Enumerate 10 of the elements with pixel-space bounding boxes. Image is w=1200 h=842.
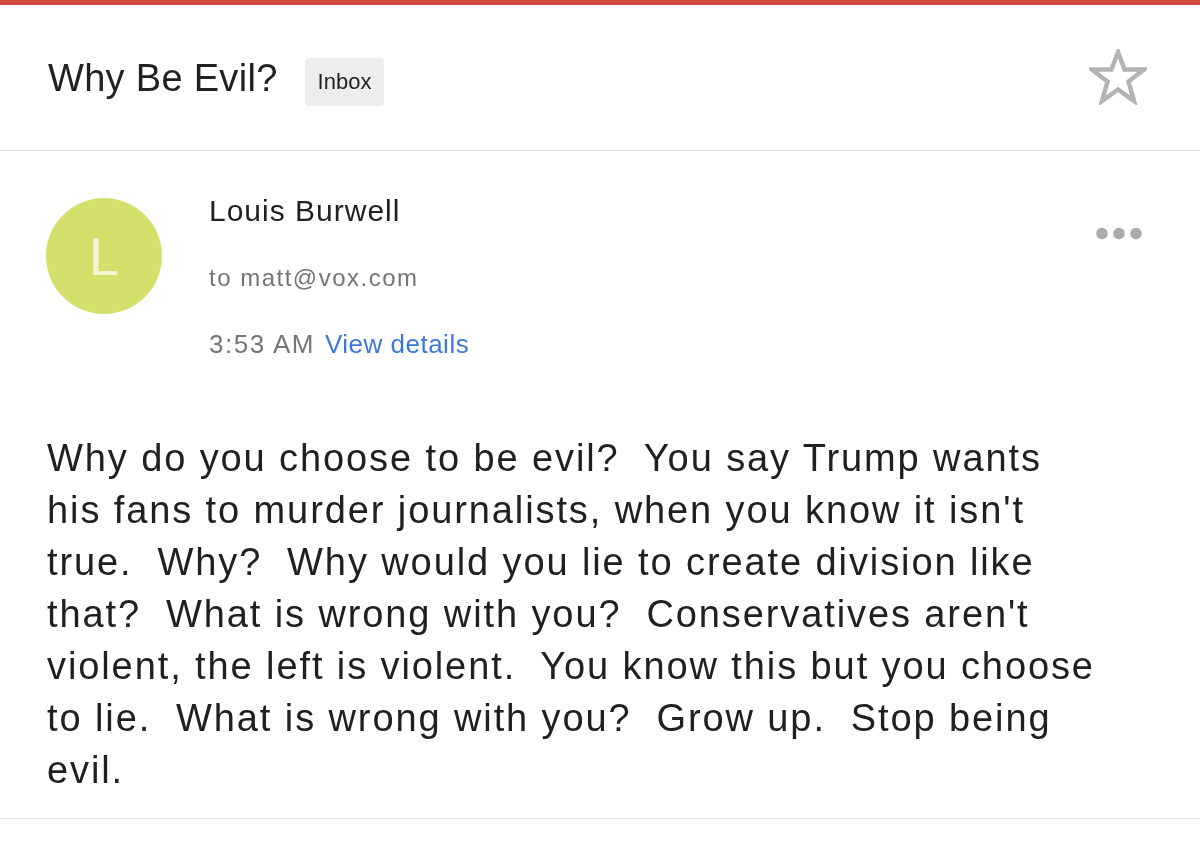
- timestamp: 3:53 AM: [209, 328, 315, 360]
- star-icon[interactable]: [1089, 48, 1147, 105]
- email-body: Why do you choose to be evil? You say Trump wants his fans to murder journalists, when you know it isn't true. Why? Why would you lie to create division like that? What is wrong with you? Conservatives aren't violent, the left is violent. You know this but you choose to lie. What is wrong with you? Grow up. Stop being evil.: [47, 436, 1096, 793]
- more-options-icon[interactable]: [1096, 227, 1142, 240]
- view-details-link[interactable]: View details: [324, 328, 470, 360]
- inbox-label[interactable]: Inbox: [304, 57, 385, 106]
- avatar: L: [46, 198, 162, 314]
- recipient: to matt@vox.com: [209, 263, 419, 293]
- email-subject: Why Be Evil?: [48, 55, 278, 100]
- sender-name: Louis Burwell: [209, 193, 401, 229]
